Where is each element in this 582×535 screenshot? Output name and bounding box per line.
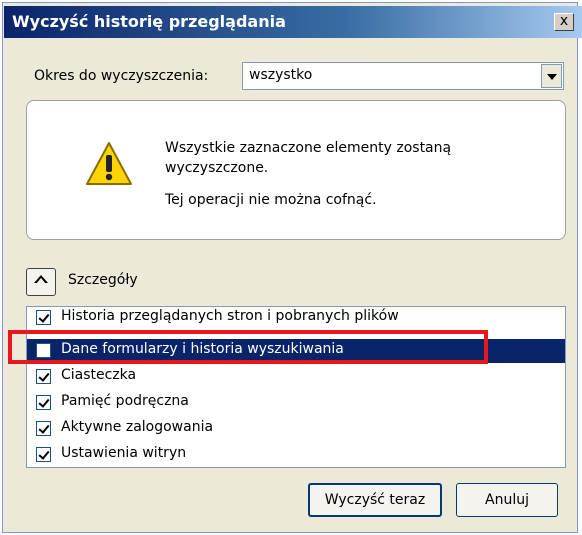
item-label: Pamięć podręczna	[61, 393, 189, 409]
close-button[interactable]: x	[554, 13, 574, 31]
list-item-site-settings[interactable]: Ustawienia witryn	[27, 443, 565, 467]
checkbox[interactable]	[36, 369, 51, 384]
checkbox[interactable]	[36, 310, 51, 325]
item-label: Ustawienia witryn	[61, 445, 187, 461]
window-title: Wyczyść historię przeglądania	[12, 12, 286, 31]
checkbox[interactable]	[36, 395, 51, 410]
period-select[interactable]: wszystko	[242, 62, 564, 90]
list-item-active-logins[interactable]: Aktywne zalogowania	[27, 417, 565, 441]
chevron-up-icon	[34, 275, 48, 284]
clear-now-button[interactable]: Wyczyść teraz	[308, 483, 442, 517]
details-label: Szczegóły	[68, 272, 138, 288]
checkbox[interactable]	[36, 421, 51, 436]
cancel-button[interactable]: Anuluj	[456, 483, 558, 517]
close-icon: x	[559, 13, 569, 29]
warning-panel: Wszystkie zaznaczone elementy zostaną wy…	[26, 100, 566, 240]
details-toggle-button[interactable]	[26, 268, 56, 296]
list-item-cache[interactable]: Pamięć podręczna	[27, 391, 565, 415]
warning-irreversible-note: Tej operacji nie można cofnąć.	[165, 192, 377, 208]
item-label: Ciasteczka	[61, 367, 137, 383]
chevron-down-icon[interactable]	[541, 64, 562, 88]
list-item-browsing-history[interactable]: Historia przeglądanych stron i pobranych…	[27, 307, 565, 325]
checkbox[interactable]	[36, 447, 51, 462]
period-label: Okres do wyczyszczenia:	[34, 68, 209, 84]
period-selected-value: wszystko	[249, 67, 313, 83]
warning-message: Wszystkie zaznaczone elementy zostaną wy…	[165, 140, 452, 176]
annotation-highlight-box	[8, 330, 488, 364]
title-bar[interactable]: Wyczyść historię przeglądania x	[4, 6, 582, 38]
item-label: Historia przeglądanych stron i pobranych…	[61, 308, 399, 324]
list-item-cookies[interactable]: Ciasteczka	[27, 365, 565, 389]
warning-icon	[86, 142, 132, 185]
item-label: Aktywne zalogowania	[61, 419, 214, 435]
